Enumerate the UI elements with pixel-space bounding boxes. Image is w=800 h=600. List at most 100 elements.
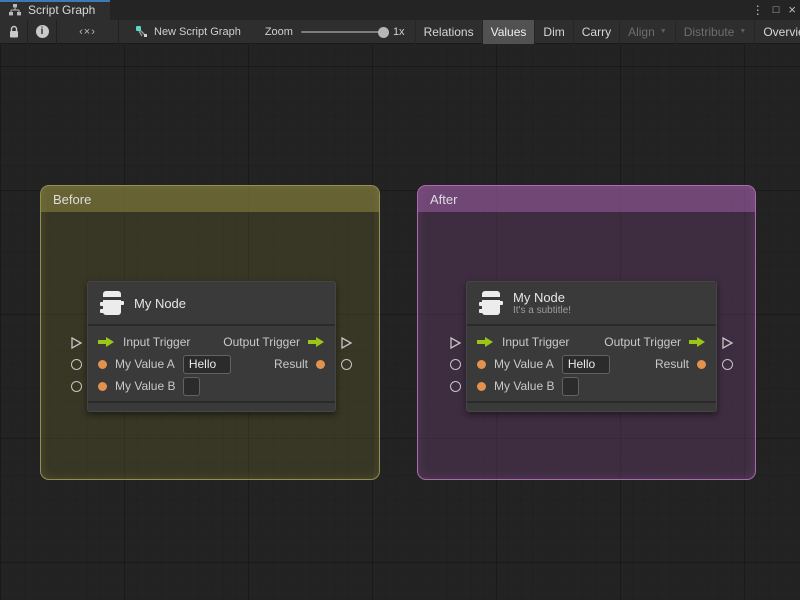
output-trigger-port[interactable]: Output Trigger xyxy=(223,335,325,349)
port-row-value-a: My Value A Result xyxy=(88,353,335,375)
zoom-label: Zoom xyxy=(264,25,293,38)
code-icon: ‹×› xyxy=(79,25,96,38)
trigger-arrow-icon xyxy=(689,337,705,347)
value-port-icon xyxy=(316,359,325,369)
value-a-port[interactable]: My Value A xyxy=(477,354,610,374)
port-label: Result xyxy=(273,357,308,371)
toolbar-buttons: Relations Values Dim Carry Align ▼ Distr… xyxy=(414,19,800,44)
outer-value-handle[interactable] xyxy=(450,381,461,392)
window-controls: ⋮ □ × xyxy=(752,0,796,20)
tab-bar: Script Graph ⋮ □ × xyxy=(0,0,800,20)
outer-trigger-handle[interactable] xyxy=(721,336,734,350)
value-b-input[interactable] xyxy=(183,376,201,396)
maximize-icon[interactable]: □ xyxy=(773,0,780,20)
value-b-port[interactable]: My Value B xyxy=(98,376,201,396)
node-title: My Node xyxy=(134,295,187,311)
node-body: Input Trigger Output Trigger My Value A … xyxy=(88,326,335,401)
info-icon: i xyxy=(35,25,49,38)
script-graph-asset-icon xyxy=(136,26,147,37)
port-label: Output Trigger xyxy=(223,335,300,349)
value-b-port[interactable]: My Value B xyxy=(477,376,580,396)
input-trigger-port[interactable]: Input Trigger xyxy=(477,335,569,349)
lock-button[interactable] xyxy=(0,20,27,44)
outer-value-handle[interactable] xyxy=(722,359,733,370)
chevron-down-icon: ▼ xyxy=(659,28,667,35)
graph-hierarchy-icon xyxy=(9,4,21,16)
align-dropdown[interactable]: Align ▼ xyxy=(619,19,675,44)
outer-trigger-handle[interactable] xyxy=(340,336,353,350)
output-trigger-port[interactable]: Output Trigger xyxy=(604,335,706,349)
value-port-icon xyxy=(697,359,706,369)
zoom-control: Zoom 1x xyxy=(265,26,413,38)
distribute-dropdown[interactable]: Distribute ▼ xyxy=(674,19,755,44)
unit-node-icon xyxy=(479,290,503,316)
overview-button[interactable]: Overview xyxy=(754,19,800,44)
graph-breadcrumb[interactable]: New Script Graph xyxy=(135,25,241,38)
group-title: Before xyxy=(53,191,92,207)
port-row-triggers: Input Trigger Output Trigger xyxy=(88,331,335,353)
group-after-header[interactable]: After xyxy=(418,186,755,212)
carry-label: Carry xyxy=(581,24,612,39)
inspector-button[interactable]: i xyxy=(28,20,56,44)
outer-value-handle[interactable] xyxy=(71,359,82,370)
port-label: My Value B xyxy=(494,379,555,393)
port-row-value-b: My Value B xyxy=(88,375,335,397)
trigger-arrow-icon xyxy=(477,337,493,347)
result-port[interactable]: Result xyxy=(655,357,706,371)
window-menu-icon[interactable]: ⋮ xyxy=(752,0,764,20)
value-a-input[interactable] xyxy=(561,354,610,374)
unit-node-icon xyxy=(100,290,124,316)
outer-trigger-handle[interactable] xyxy=(70,336,83,350)
tab-script-graph[interactable]: Script Graph xyxy=(0,0,110,20)
outer-value-handle[interactable] xyxy=(71,381,82,392)
toolbar-separator xyxy=(118,19,119,44)
carry-button[interactable]: Carry xyxy=(572,19,619,44)
overview-label: Overview xyxy=(763,24,800,39)
lock-icon xyxy=(9,25,18,37)
values-button[interactable]: Values xyxy=(481,19,535,44)
graph-canvas[interactable]: Before After My Node Input Trigger Outpu… xyxy=(0,45,800,600)
node-after[interactable]: My Node It's a subtitle! Input Trigger O… xyxy=(466,281,717,412)
zoom-slider[interactable] xyxy=(300,26,389,38)
node-header[interactable]: My Node xyxy=(88,282,335,326)
result-port[interactable]: Result xyxy=(274,357,325,371)
script-graph-window: Script Graph ⋮ □ × i ‹×› New Script Grap… xyxy=(0,0,800,600)
node-subtitle: It's a subtitle! xyxy=(513,304,572,316)
input-trigger-port[interactable]: Input Trigger xyxy=(98,335,190,349)
graph-name-label: New Script Graph xyxy=(154,25,241,38)
trigger-arrow-icon xyxy=(98,337,114,347)
relations-button[interactable]: Relations xyxy=(414,19,482,44)
value-a-input[interactable] xyxy=(182,354,231,374)
trigger-arrow-icon xyxy=(308,337,324,347)
port-label: My Value B xyxy=(115,379,176,393)
port-label: Output Trigger xyxy=(604,335,681,349)
value-b-input[interactable] xyxy=(562,376,580,396)
dim-button[interactable]: Dim xyxy=(534,19,572,44)
close-icon[interactable]: × xyxy=(788,0,796,20)
dim-label: Dim xyxy=(543,24,565,39)
chevron-down-icon: ▼ xyxy=(739,28,747,35)
graph-toolbar: i ‹×› New Script Graph Zoom 1x Relations… xyxy=(0,19,800,44)
relations-label: Relations xyxy=(423,24,474,39)
group-title: After xyxy=(430,191,458,207)
zoom-value: 1x xyxy=(392,25,405,38)
code-preview-button[interactable]: ‹×› xyxy=(57,20,118,44)
node-body: Input Trigger Output Trigger My Value A … xyxy=(467,326,716,401)
distribute-label: Distribute xyxy=(683,24,735,39)
outer-trigger-handle[interactable] xyxy=(449,336,462,350)
value-port-icon xyxy=(98,381,107,391)
group-before-header[interactable]: Before xyxy=(41,186,379,212)
value-port-icon xyxy=(98,359,107,369)
port-label: My Value A xyxy=(494,357,554,371)
port-label: My Value A xyxy=(115,357,175,371)
node-header[interactable]: My Node It's a subtitle! xyxy=(467,282,716,326)
value-port-icon xyxy=(477,359,486,369)
outer-value-handle[interactable] xyxy=(450,359,461,370)
outer-value-handle[interactable] xyxy=(341,359,352,370)
node-before[interactable]: My Node Input Trigger Output Trigger My … xyxy=(87,281,336,412)
node-title: My Node xyxy=(513,289,566,305)
zoom-slider-handle[interactable] xyxy=(377,26,389,38)
value-a-port[interactable]: My Value A xyxy=(98,354,231,374)
port-label: Input Trigger xyxy=(123,335,191,349)
node-footer xyxy=(467,401,716,411)
